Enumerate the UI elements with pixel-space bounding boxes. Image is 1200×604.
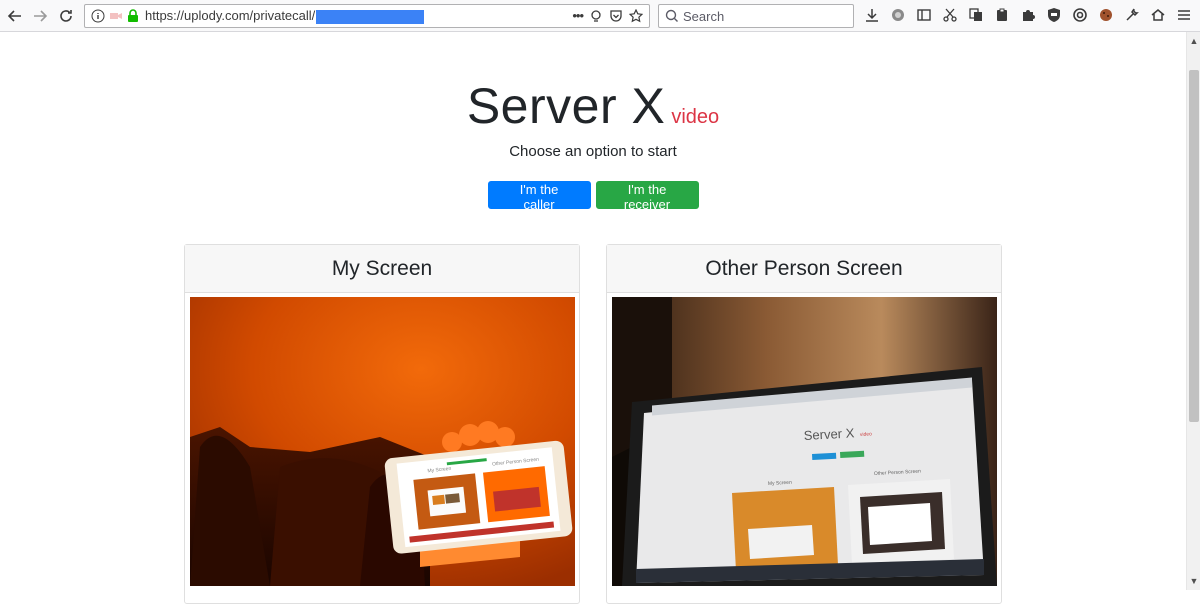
- url-redacted: [316, 9, 425, 24]
- pocket-icon[interactable]: [609, 9, 623, 23]
- download-icon[interactable]: [862, 5, 882, 25]
- lock-icon[interactable]: [127, 9, 139, 23]
- my-screen-video: My Screen Other Person Screen: [190, 297, 575, 586]
- mini-page-title: Server X: [803, 425, 855, 443]
- menu-icon[interactable]: [1174, 5, 1194, 25]
- clipboard-icon[interactable]: [992, 5, 1012, 25]
- puzzle-extension-icon[interactable]: [1018, 5, 1038, 25]
- tip-bulb-icon[interactable]: [589, 9, 603, 23]
- page-scrollbar[interactable]: ▲ ▼: [1186, 32, 1200, 590]
- cut-icon[interactable]: [940, 5, 960, 25]
- browser-toolbar: https://uplody.com/privatecall/ •••: [0, 0, 1200, 32]
- scroll-up-icon[interactable]: ▲: [1187, 34, 1200, 48]
- other-person-screen-panel: Other Person Screen Server X video My Sc…: [606, 244, 1002, 604]
- extension-icons: [862, 5, 1194, 25]
- back-icon[interactable]: [4, 5, 26, 27]
- forward-icon[interactable]: [29, 5, 51, 27]
- page-actions-icon[interactable]: •••: [572, 8, 584, 23]
- scroll-thumb[interactable]: [1189, 70, 1199, 422]
- caller-button[interactable]: I'm the caller: [487, 181, 591, 212]
- my-screen-panel: My Screen My Screen Other Person Screen: [184, 244, 580, 604]
- scroll-down-icon[interactable]: ▼: [1187, 574, 1200, 588]
- role-buttons: I'm the caller I'm the receiver: [0, 181, 1186, 212]
- camera-icon[interactable]: [109, 10, 123, 22]
- search-icon: [665, 9, 678, 22]
- home-icon[interactable]: [1148, 5, 1168, 25]
- page-subtitle: Choose an option to start: [509, 143, 677, 160]
- title-badge: video: [671, 106, 720, 128]
- other-person-screen-video: Server X video My Screen Other Person Sc…: [612, 297, 997, 586]
- spiral-extension-icon[interactable]: [1070, 5, 1090, 25]
- sidebar-icon[interactable]: [914, 5, 934, 25]
- reload-icon[interactable]: [55, 5, 77, 27]
- url-bar[interactable]: https://uplody.com/privatecall/ •••: [84, 4, 650, 28]
- hero-heading: Server Xvideo: [0, 77, 1186, 135]
- page-content: Server Xvideo Choose an option to start …: [0, 33, 1186, 604]
- bookmark-star-icon[interactable]: [629, 8, 643, 23]
- copy-icon[interactable]: [966, 5, 986, 25]
- url-text: https://uplody.com/privatecall/: [145, 8, 425, 24]
- info-icon[interactable]: [91, 9, 105, 23]
- page-title: Server X: [466, 78, 666, 134]
- globe-extension-icon[interactable]: [888, 5, 908, 25]
- other-person-screen-title: Other Person Screen: [607, 245, 1001, 293]
- mini-panel-left-label: My Screen: [768, 480, 792, 487]
- mini-page-badge: video: [860, 431, 872, 438]
- search-input[interactable]: [683, 8, 833, 24]
- wrench-icon[interactable]: [1122, 5, 1142, 25]
- cookie-extension-icon[interactable]: [1096, 5, 1116, 25]
- search-box[interactable]: [658, 4, 854, 28]
- shield-extension-icon[interactable]: [1044, 5, 1064, 25]
- my-screen-title: My Screen: [185, 245, 579, 293]
- receiver-button[interactable]: I'm the receiver: [595, 181, 699, 212]
